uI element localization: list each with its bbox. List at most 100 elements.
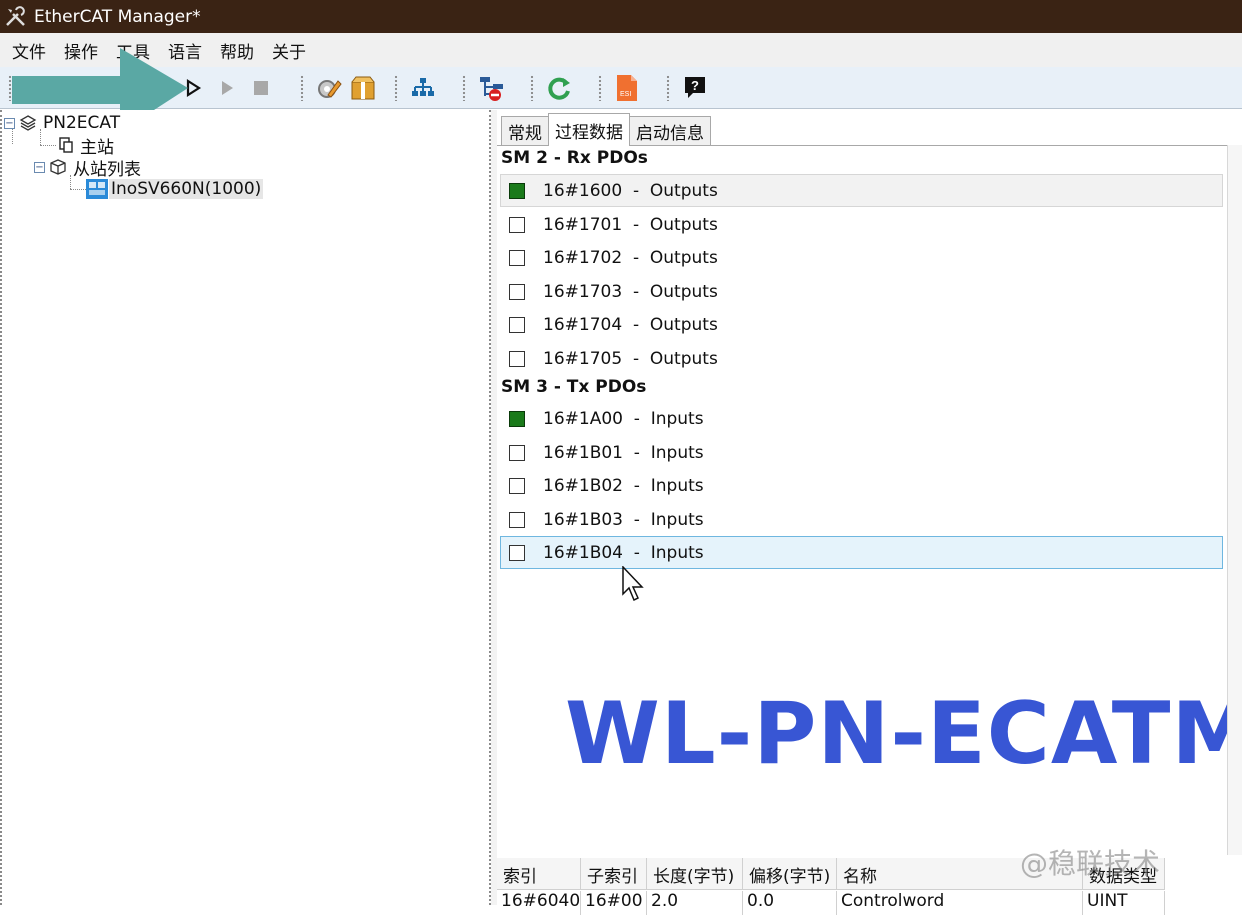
pdo-row[interactable]: 16#1600 - Outputs	[500, 174, 1223, 207]
toolbar-button-network[interactable]	[408, 73, 438, 103]
pdo-row[interactable]: 16#1B02 - Inputs	[500, 469, 1223, 502]
pdo-checkbox[interactable]	[509, 511, 525, 528]
pdo-index: 16#1B01	[543, 442, 623, 463]
column-header-index[interactable]: 索引	[497, 858, 581, 890]
pdo-checkbox[interactable]	[509, 316, 525, 333]
menu-about[interactable]: 关于	[264, 38, 314, 63]
pdo-checkbox[interactable]	[509, 444, 525, 461]
play-icon	[222, 80, 233, 95]
pdo-index: 16#1B03	[543, 509, 623, 530]
pdo-type: Outputs	[649, 314, 718, 335]
pdo-row[interactable]: 16#1B01 - Inputs	[500, 436, 1223, 469]
column-header-length[interactable]: 长度(字节)	[647, 858, 743, 890]
pdo-row[interactable]: 16#1704 - Outputs	[500, 308, 1223, 341]
toolbar-grip[interactable]	[530, 74, 534, 101]
pdo-row[interactable]: 16#1B04 - Inputs	[500, 536, 1223, 569]
pdo-index: 16#1702	[543, 247, 623, 268]
toolbar-button-stop[interactable]	[246, 73, 276, 103]
pdo-checkbox[interactable]	[509, 283, 525, 300]
collapse-icon[interactable]: −	[4, 117, 15, 129]
pdo-index: 16#1704	[543, 314, 623, 335]
tab-startup-info[interactable]: 启动信息	[629, 116, 711, 146]
pdo-checkbox[interactable]	[509, 182, 525, 199]
pdo-type: Inputs	[650, 475, 704, 496]
toolbar-button-run[interactable]	[212, 73, 242, 103]
network-scan-icon	[412, 77, 434, 96]
tree-node-master[interactable]: 主站	[58, 134, 116, 158]
pdo-type: Outputs	[649, 348, 718, 369]
pdo-row[interactable]: 16#1701 - Outputs	[500, 208, 1223, 241]
cube-icon	[50, 159, 66, 175]
vertical-scrollbar[interactable]	[1227, 145, 1242, 855]
pdo-row[interactable]: 16#1B03 - Inputs	[500, 503, 1223, 536]
table-row[interactable]: 16#6040 16#00 2.0 0.0 Controlword UINT	[497, 891, 1165, 915]
pdo-checkbox[interactable]	[509, 216, 525, 233]
pdo-type: Outputs	[649, 214, 718, 235]
toolbar-button-remove[interactable]	[476, 73, 506, 103]
overlay-title: WL-PN-ECATM	[565, 684, 1242, 784]
toolbar-grip[interactable]	[598, 74, 602, 101]
pdo-checkbox[interactable]	[509, 544, 525, 561]
pdo-index: 16#1703	[543, 281, 623, 302]
tree-node-slave-list[interactable]: − 从站列表	[34, 156, 143, 180]
tab-process-data[interactable]: 过程数据	[548, 113, 630, 146]
toolbar-button-package[interactable]	[348, 73, 378, 103]
tree-connector	[70, 189, 86, 190]
properties-pane: 常规 过程数据 启动信息 SM 2 - Rx PDOs 16#1600 - Ou…	[497, 110, 1242, 915]
layers-icon	[19, 115, 37, 131]
tree-node-slave-device[interactable]: InoSV660N(1000)	[86, 178, 264, 200]
tools-icon	[6, 5, 25, 26]
column-header-subindex[interactable]: 子索引	[581, 858, 647, 890]
remove-icon	[480, 76, 503, 101]
pdo-type: Inputs	[650, 408, 704, 429]
tree-label-slave-list: 从站列表	[73, 159, 141, 180]
pdo-type: Inputs	[650, 442, 704, 463]
toolbar-grip[interactable]	[300, 74, 304, 101]
column-header-offset[interactable]: 偏移(字节)	[743, 858, 837, 890]
pdo-index: 16#1701	[543, 214, 623, 235]
toolbar-grip[interactable]	[666, 74, 670, 101]
cell-length: 2.0	[647, 891, 743, 915]
stop-icon	[254, 80, 268, 95]
slave-device-icon	[86, 179, 108, 199]
toolbar-button-settings[interactable]	[314, 73, 344, 103]
watermark: @稳联技术	[1020, 847, 1161, 880]
pdo-checkbox[interactable]	[509, 410, 525, 427]
tree-label-root: PN2ECAT	[43, 113, 121, 133]
toolbar-button-esi[interactable]: ESI	[612, 73, 642, 103]
pdo-index: 16#1B04	[543, 542, 623, 563]
toolbar-grip[interactable]	[394, 74, 398, 101]
mouse-cursor-icon	[622, 566, 644, 602]
pdo-row[interactable]: 16#1A00 - Inputs	[500, 402, 1223, 435]
tree-node-root[interactable]: − PN2ECAT	[4, 112, 122, 134]
pdo-row[interactable]: 16#1705 - Outputs	[500, 342, 1223, 375]
pdo-type: Inputs	[650, 542, 704, 563]
pdo-type: Outputs	[649, 180, 718, 201]
tab-strip: 常规 过程数据 启动信息	[497, 110, 711, 146]
collapse-icon[interactable]: −	[34, 161, 45, 173]
help-icon: ?	[685, 76, 705, 98]
master-station-icon	[59, 137, 73, 153]
pdo-checkbox[interactable]	[509, 350, 525, 367]
cell-datatype: UINT	[1083, 891, 1165, 915]
pdo-checkbox[interactable]	[509, 477, 525, 494]
pdo-checkbox[interactable]	[509, 249, 525, 266]
device-tree: − PN2ECAT 主站 − 从站列表 InoSV660N(1000)	[0, 110, 491, 905]
toolbar-button-help[interactable]: ?	[680, 73, 710, 103]
pdo-row[interactable]: 16#1703 - Outputs	[500, 275, 1223, 308]
cell-subindex: 16#00	[581, 891, 647, 915]
cell-name: Controlword	[837, 891, 1083, 915]
menu-help[interactable]: 帮助	[212, 38, 262, 63]
tree-connector	[40, 145, 56, 146]
package-icon	[351, 76, 375, 99]
pdo-list: SM 2 - Rx PDOs 16#1600 - Outputs 16#1701…	[497, 145, 1242, 855]
pdo-index: 16#1705	[543, 348, 623, 369]
toolbar-button-refresh[interactable]	[544, 73, 574, 103]
pdo-type: Outputs	[649, 281, 718, 302]
tree-label-slave-device: InoSV660N(1000)	[109, 179, 264, 199]
pdo-row[interactable]: 16#1702 - Outputs	[500, 241, 1223, 274]
sm2-header: SM 2 - Rx PDOs	[501, 148, 648, 168]
toolbar-grip[interactable]	[462, 74, 466, 101]
cell-index: 16#6040	[497, 891, 581, 915]
tab-general[interactable]: 常规	[501, 116, 549, 146]
